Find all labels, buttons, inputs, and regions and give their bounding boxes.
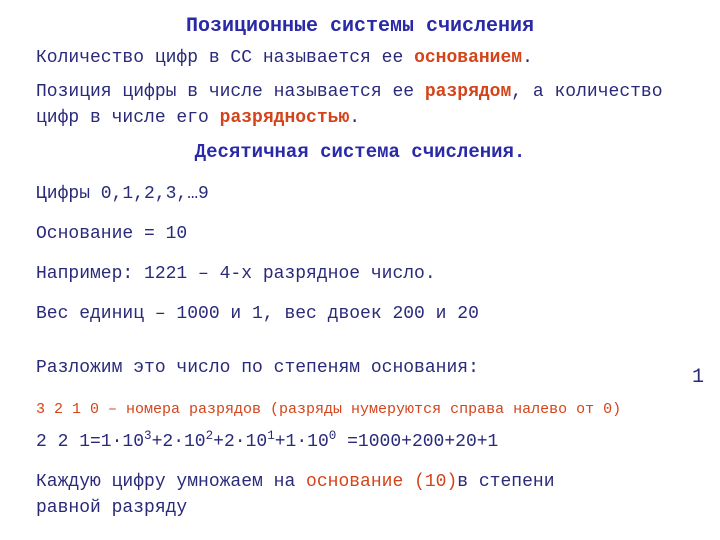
text-segment: в степени: [457, 472, 554, 492]
text-segment: +1·10: [275, 432, 329, 452]
line-digits: Цифры 0,1,2,3,…9: [36, 181, 684, 207]
paragraph-conclusion: Каждую цифру умножаем на основание (10)в…: [36, 469, 684, 521]
highlight-base: основанием: [414, 48, 522, 68]
text-segment: 2 2 1=1·10: [36, 432, 144, 452]
page-number: 1: [692, 363, 704, 392]
text-segment: Каждую цифру умножаем на: [36, 472, 306, 492]
line-positions: 3 2 1 0 – номера разрядов (разряды нумер…: [36, 399, 684, 421]
paragraph-definition-digit-position: Позиция цифры в числе называется ее разр…: [36, 79, 684, 131]
exponent: 1: [267, 429, 275, 443]
line-expansion: 2 2 1=1·103+2·102+2·101+1·100 =1000+200+…: [36, 427, 684, 455]
line-base: Основание = 10: [36, 221, 684, 247]
text-segment: Количество цифр в СС называется ее: [36, 48, 414, 68]
text-segment: =1000+200+20+1: [336, 432, 498, 452]
text-segment: Позиция цифры в числе называется ее: [36, 82, 425, 102]
paragraph-definition-base: Количество цифр в СС называется ее основ…: [36, 45, 684, 71]
text-segment: .: [349, 108, 360, 128]
text-segment: равной разряду: [36, 498, 187, 518]
line-example: Например: 1221 – 4-х разрядное число.: [36, 261, 684, 287]
text-segment: .: [522, 48, 533, 68]
line-weights: Вес единиц – 1000 и 1, вес двоек 200 и 2…: [36, 301, 684, 327]
highlight-width: разрядностью: [220, 108, 350, 128]
line-decompose: Разложим это число по степеням основания…: [36, 355, 684, 381]
page-title: Позиционные системы счисления: [36, 12, 684, 41]
highlight-base-ten: основание (10): [306, 472, 457, 492]
text-segment: +2·10: [213, 432, 267, 452]
section-subtitle: Десятичная система счисления.: [36, 139, 684, 167]
highlight-position: разрядом: [425, 82, 511, 102]
text-segment: +2·10: [152, 432, 206, 452]
exponent: 3: [144, 429, 152, 443]
